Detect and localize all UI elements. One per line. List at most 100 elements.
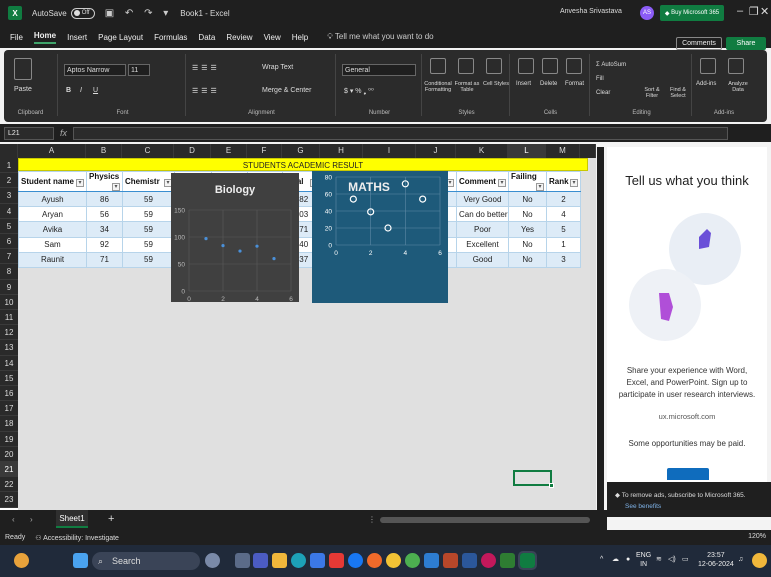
taskbar-search[interactable]: ⌕ Search xyxy=(92,552,200,570)
table-cell[interactable]: Very Good xyxy=(456,190,509,208)
buy-microsoft-365-button[interactable]: ◆ Buy Microsoft 365 xyxy=(660,5,724,21)
table-cell[interactable]: No xyxy=(508,190,547,208)
table-cell[interactable]: 86 xyxy=(86,190,123,208)
close-button[interactable]: ✕ xyxy=(760,5,769,18)
table-cell[interactable]: 59 xyxy=(122,251,175,268)
header-cell[interactable]: Rank ▾ xyxy=(546,171,581,192)
table-cell[interactable]: Poor xyxy=(456,221,509,238)
wifi-icon[interactable]: ≋ xyxy=(656,555,662,564)
analyze-data-button[interactable]: Analyze Data xyxy=(724,81,752,93)
active-cell-selection[interactable] xyxy=(513,470,554,488)
row-header-22[interactable]: 22 xyxy=(0,477,18,493)
music-icon[interactable] xyxy=(481,553,496,568)
row-header-16[interactable]: 16 xyxy=(0,386,18,402)
tab-home[interactable]: Home xyxy=(33,31,57,44)
align-bottom-icons[interactable]: ☰☰☰ xyxy=(192,87,220,95)
filter-dropdown-icon[interactable]: ▾ xyxy=(536,183,544,191)
fill-handle[interactable] xyxy=(549,483,554,488)
student-table[interactable]: Student name▾Physics▾Chemistr▾Biology▾Ma… xyxy=(18,171,581,268)
app-icon[interactable] xyxy=(424,553,439,568)
column-header-h[interactable]: H xyxy=(320,144,363,158)
table-cell[interactable]: No xyxy=(508,206,547,223)
chrome-icon[interactable] xyxy=(386,553,401,568)
sheets-icon[interactable] xyxy=(500,553,515,568)
tab-insert[interactable]: Insert xyxy=(67,33,87,42)
delete-cells-icon[interactable] xyxy=(542,58,558,74)
table-cell[interactable]: Ayush xyxy=(18,190,87,208)
header-cell[interactable]: Failing ▾ xyxy=(508,171,547,192)
windows-start-icon[interactable] xyxy=(73,553,88,568)
fill-button[interactable]: Fill xyxy=(596,76,604,82)
excel-taskbar-icon[interactable] xyxy=(518,551,537,570)
tab-review[interactable]: Review xyxy=(226,33,252,42)
row-header-21[interactable]: 21 xyxy=(0,462,18,478)
filter-dropdown-icon[interactable]: ▾ xyxy=(112,183,120,191)
header-cell[interactable]: Physics ▾ xyxy=(86,171,123,192)
cloud-icon[interactable]: ☁ xyxy=(612,555,619,564)
addins-icon[interactable] xyxy=(700,58,716,74)
font-name-select[interactable]: Aptos Narrow xyxy=(64,64,126,76)
accessibility-status[interactable]: ⚇ Accessibility: Investigate xyxy=(35,534,119,542)
number-format-select[interactable]: General xyxy=(342,64,416,76)
wrap-text-button[interactable]: Wrap Text xyxy=(262,64,293,71)
next-sheet-icon[interactable]: › xyxy=(30,515,33,524)
avatar[interactable]: AS xyxy=(640,6,654,20)
table-cell[interactable]: No xyxy=(508,251,547,268)
table-cell[interactable]: 5 xyxy=(546,221,581,238)
insert-cells-icon[interactable] xyxy=(518,58,534,74)
youtube-icon[interactable] xyxy=(329,553,344,568)
user-name[interactable]: Anvesha Srivastava xyxy=(560,8,622,15)
tab-file[interactable]: File xyxy=(10,33,23,42)
row-header-17[interactable]: 17 xyxy=(0,401,18,417)
pane-url[interactable]: ux.microsoft.com xyxy=(607,412,767,421)
file-explorer-icon[interactable] xyxy=(272,553,287,568)
table-cell[interactable]: Raunit xyxy=(18,251,87,268)
column-header-f[interactable]: F xyxy=(247,144,282,158)
select-all-corner[interactable] xyxy=(0,144,18,158)
column-header-e[interactable]: E xyxy=(211,144,247,158)
autosum-button[interactable]: Σ AutoSum xyxy=(596,62,626,68)
table-cell[interactable]: 34 xyxy=(86,221,123,238)
delete-button[interactable]: Delete xyxy=(540,81,557,87)
table-cell[interactable]: Sam xyxy=(18,236,87,253)
header-cell[interactable]: Chemistr ▾ xyxy=(122,171,175,192)
row-header-23[interactable]: 23 xyxy=(0,492,18,508)
sheet-banner-title[interactable]: STUDENTS ACADEMIC RESULT xyxy=(18,158,588,171)
restore-button[interactable]: ❐ xyxy=(749,5,759,18)
clear-button[interactable]: Clear xyxy=(596,90,610,96)
row-header-13[interactable]: 13 xyxy=(0,340,18,356)
column-header-c[interactable]: C xyxy=(122,144,174,158)
tell-me-search[interactable]: 💡︎ Tell me what you want to do xyxy=(327,32,433,42)
table-cell[interactable]: 56 xyxy=(86,206,123,223)
table-cell[interactable]: Excellent xyxy=(456,236,509,253)
sort-filter-button[interactable]: Sort & Filter xyxy=(640,87,664,99)
row-header-11[interactable]: 11 xyxy=(0,310,18,326)
filter-dropdown-icon[interactable]: ▾ xyxy=(76,178,84,187)
bold-button[interactable]: B xyxy=(66,87,71,94)
row-header-7[interactable]: 7 xyxy=(0,249,18,265)
row-header-20[interactable]: 20 xyxy=(0,446,18,462)
row-header-1[interactable]: 1 xyxy=(0,158,18,174)
horizontal-scrollbar[interactable] xyxy=(380,517,590,523)
table-cell[interactable]: 71 xyxy=(86,251,123,268)
table-cell[interactable]: 59 xyxy=(122,236,175,253)
notification-app-icon[interactable]: ● xyxy=(626,555,630,564)
table-cell[interactable]: 3 xyxy=(546,251,581,268)
italic-button[interactable]: I xyxy=(80,87,82,94)
row-header-2[interactable]: 2 xyxy=(0,173,18,189)
word-icon[interactable] xyxy=(462,553,477,568)
column-header-j[interactable]: J xyxy=(416,144,456,158)
teams-icon[interactable] xyxy=(253,553,268,568)
pane-scrollbar[interactable] xyxy=(597,147,604,517)
column-header-l[interactable]: L xyxy=(508,144,546,158)
zoom-level[interactable]: 120% xyxy=(748,533,766,540)
merge-center-button[interactable]: Merge & Center xyxy=(262,87,311,94)
conditional-formatting-icon[interactable] xyxy=(430,58,446,74)
tab-formulas[interactable]: Formulas xyxy=(154,33,187,42)
insert-button[interactable]: Insert xyxy=(516,81,531,87)
table-cell[interactable]: 4 xyxy=(546,206,581,223)
table-cell[interactable]: 59 xyxy=(122,221,175,238)
row-header-5[interactable]: 5 xyxy=(0,218,18,234)
font-size-select[interactable]: 11 xyxy=(128,64,150,76)
row-header-15[interactable]: 15 xyxy=(0,370,18,386)
